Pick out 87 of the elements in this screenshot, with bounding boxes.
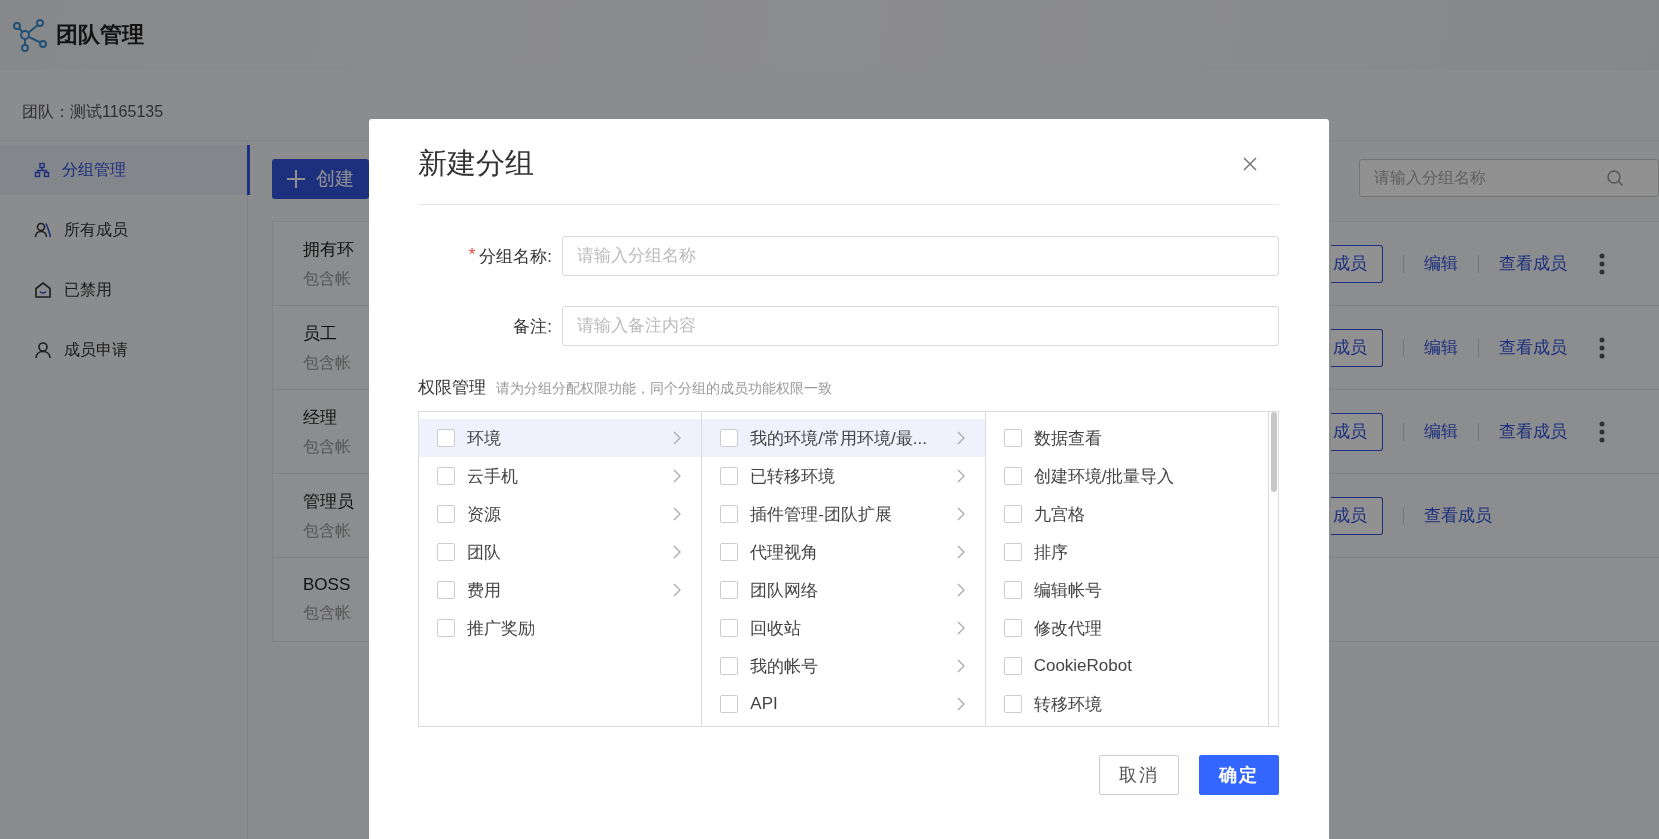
add-member-button[interactable]: 成员 xyxy=(1331,328,1383,367)
permission-item[interactable]: 我的帐号 xyxy=(702,647,985,685)
permission-item[interactable]: 排序 xyxy=(985,533,1268,571)
action-link[interactable]: 编辑 xyxy=(1424,252,1458,275)
permission-item[interactable]: 代理视角 xyxy=(702,533,985,571)
more-icon[interactable] xyxy=(1599,336,1605,359)
sidebar-item[interactable]: 所有成员 xyxy=(0,205,247,255)
more-icon[interactable] xyxy=(1599,252,1605,275)
close-icon[interactable] xyxy=(1243,156,1257,171)
permission-item[interactable]: 创建环境/批量导入 xyxy=(985,457,1268,495)
scrollbar[interactable] xyxy=(1271,412,1277,492)
action-link[interactable]: 编辑 xyxy=(1424,420,1458,443)
checkbox[interactable] xyxy=(437,429,455,447)
checkbox[interactable] xyxy=(720,695,739,713)
permission-item[interactable]: 团队网络 xyxy=(702,571,985,609)
checkbox[interactable] xyxy=(720,543,739,561)
permission-item[interactable]: 修改代理 xyxy=(985,609,1268,647)
checkbox[interactable] xyxy=(720,657,739,675)
permission-item[interactable]: 云手机 xyxy=(419,457,702,495)
user-icon xyxy=(34,341,52,359)
permission-item[interactable]: 九宫格 xyxy=(985,495,1268,533)
more-icon[interactable] xyxy=(1599,420,1605,443)
input-field[interactable]: 请输入分组名称 xyxy=(562,236,1279,276)
confirm-button[interactable]: 确定 xyxy=(1199,755,1279,795)
field-label: 分组名称: xyxy=(479,245,552,268)
section-hint: 请为分组分配权限功能，同个分组的成员功能权限一致 xyxy=(496,380,832,398)
checkbox[interactable] xyxy=(1003,467,1022,485)
action-link[interactable]: 查看成员 xyxy=(1424,504,1492,527)
house-icon xyxy=(34,281,52,299)
group-name: 管理员 xyxy=(303,490,354,513)
section-title: 权限管理 xyxy=(418,377,486,399)
permission-item[interactable]: 团队 xyxy=(419,533,702,571)
checkbox[interactable] xyxy=(1003,505,1022,523)
permission-item[interactable]: API xyxy=(702,685,985,723)
checkbox[interactable] xyxy=(437,581,455,599)
group-name: 员工 xyxy=(303,322,338,345)
checkbox[interactable] xyxy=(720,467,739,485)
permission-item[interactable]: 我的环境/常用环境/最... xyxy=(702,419,985,457)
checkbox[interactable] xyxy=(720,581,739,599)
action-link[interactable]: 查看成员 xyxy=(1499,252,1567,275)
logo-icon xyxy=(12,18,48,52)
cancel-button[interactable]: 取消 xyxy=(1099,755,1179,795)
action-link[interactable]: 编辑 xyxy=(1424,336,1458,359)
add-member-button[interactable]: 成员 xyxy=(1331,244,1383,283)
plus-icon xyxy=(286,169,306,189)
checkbox[interactable] xyxy=(437,543,455,561)
permission-item[interactable]: 数据查看 xyxy=(985,419,1268,457)
checkbox[interactable] xyxy=(437,467,455,485)
permission-item[interactable]: 转移环境 xyxy=(985,685,1268,723)
action-link[interactable]: 查看成员 xyxy=(1499,336,1567,359)
add-member-button[interactable]: 成员 xyxy=(1331,496,1383,535)
permission-item[interactable]: 资源 xyxy=(419,495,702,533)
field-label: 备注: xyxy=(513,315,552,338)
org-chart-icon xyxy=(34,162,50,178)
checkbox[interactable] xyxy=(720,429,739,447)
add-member-button[interactable]: 成员 xyxy=(1331,412,1383,451)
checkbox[interactable] xyxy=(1003,429,1022,447)
permission-item[interactable]: 已转移环境 xyxy=(702,457,985,495)
permission-item[interactable]: 回收站 xyxy=(702,609,985,647)
input-field[interactable]: 请输入备注内容 xyxy=(562,306,1279,346)
checkbox[interactable] xyxy=(1003,657,1022,675)
permission-item[interactable]: CookieRobot xyxy=(985,647,1268,685)
sidebar-item[interactable]: 成员申请 xyxy=(0,325,247,375)
group-name: 经理 xyxy=(303,406,338,429)
group-name: 拥有环 xyxy=(303,238,354,261)
search-icon xyxy=(1606,169,1624,187)
permission-item[interactable]: 编辑帐号 xyxy=(985,571,1268,609)
users-icon xyxy=(34,221,52,239)
group-name: BOSS xyxy=(303,575,351,595)
required-mark: * xyxy=(468,244,476,266)
permission-item[interactable]: 费用 xyxy=(419,571,702,609)
checkbox[interactable] xyxy=(437,619,455,637)
checkbox[interactable] xyxy=(720,619,739,637)
sidebar-item[interactable]: 已禁用 xyxy=(0,265,247,315)
dialog-title: 新建分组 xyxy=(418,145,534,181)
checkbox[interactable] xyxy=(720,505,739,523)
app-title: 团队管理 xyxy=(56,21,144,49)
permission-item[interactable]: 插件管理-团队扩展 xyxy=(702,495,985,533)
checkbox[interactable] xyxy=(1003,543,1022,561)
create-button[interactable]: 创建 xyxy=(272,159,369,199)
action-link[interactable]: 查看成员 xyxy=(1499,420,1567,443)
checkbox[interactable] xyxy=(437,505,455,523)
checkbox[interactable] xyxy=(1003,695,1022,713)
checkbox[interactable] xyxy=(1003,581,1022,599)
permission-item[interactable]: 推广奖励 xyxy=(419,609,702,647)
checkbox[interactable] xyxy=(1003,619,1022,637)
permission-item[interactable]: 环境 xyxy=(419,419,702,457)
